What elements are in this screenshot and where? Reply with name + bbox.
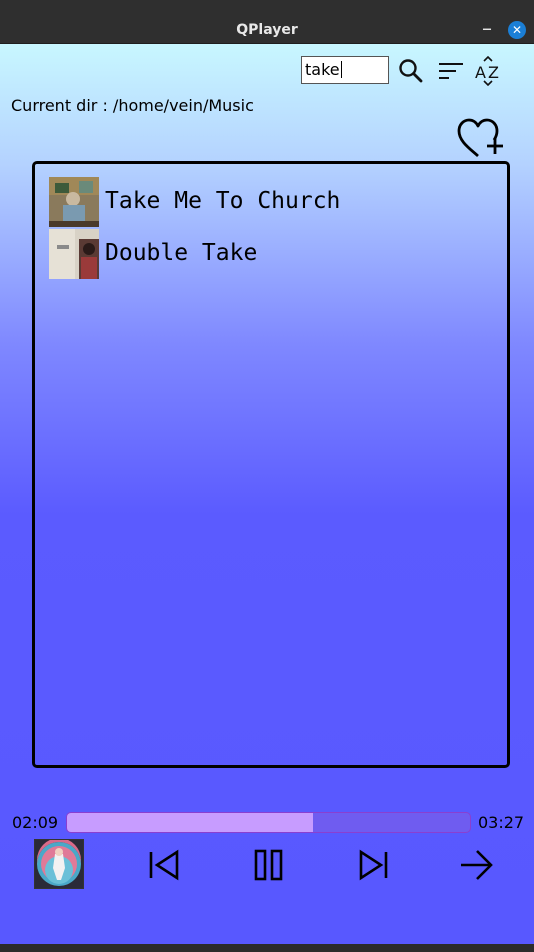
total-time: 03:27 <box>478 813 525 832</box>
album-art-thumbnail <box>49 229 99 279</box>
track-item[interactable]: Take Me To Church <box>49 176 469 228</box>
track-title: Take Me To Church <box>105 188 341 214</box>
window-title: QPlayer <box>236 22 298 38</box>
search-icon[interactable] <box>398 58 424 84</box>
track-title: Double Take <box>105 240 258 266</box>
skip-next-icon[interactable] <box>356 848 392 882</box>
title-bar[interactable]: QPlayer – ✕ <box>0 0 534 44</box>
pause-icon[interactable] <box>251 848 287 882</box>
progress-fill <box>67 813 313 832</box>
track-list[interactable]: Take Me To Church Double Take <box>32 161 510 768</box>
text-caret <box>340 61 342 78</box>
az-sort-icon[interactable]: AZ <box>474 55 502 87</box>
minimize-icon[interactable]: – <box>478 18 496 41</box>
album-art-thumbnail <box>49 177 99 227</box>
now-playing-cover <box>34 839 84 889</box>
window-bottom-edge <box>0 944 534 952</box>
close-icon[interactable]: ✕ <box>508 21 526 39</box>
search-input-value: take <box>305 60 340 79</box>
search-input[interactable]: take <box>301 56 389 84</box>
current-directory-label: Current dir : /home/vein/Music <box>11 96 254 115</box>
svg-text:Z: Z <box>488 63 499 82</box>
arrow-right-icon[interactable] <box>459 848 495 882</box>
app-window: QPlayer – ✕ take AZ Current dir : /home/… <box>0 0 534 952</box>
skip-previous-icon[interactable] <box>146 848 182 882</box>
progress-bar[interactable] <box>66 812 471 833</box>
heart-plus-icon[interactable] <box>457 118 505 160</box>
svg-text:A: A <box>475 63 486 82</box>
sort-icon[interactable] <box>437 60 465 82</box>
track-item[interactable]: Double Take <box>49 228 469 280</box>
elapsed-time: 02:09 <box>12 813 59 832</box>
